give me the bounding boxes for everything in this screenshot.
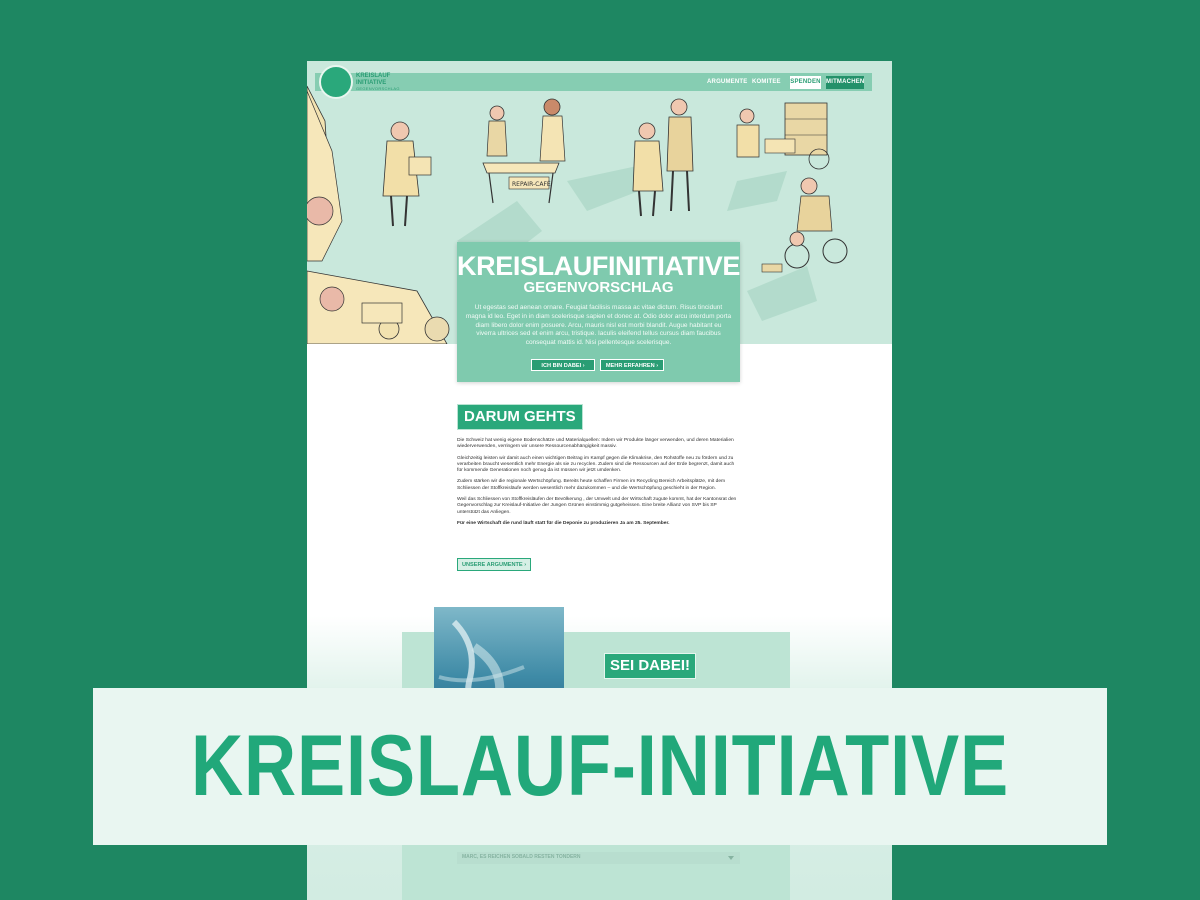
chevron-down-icon [728, 856, 734, 860]
hero-card: KREISLAUFINITIATIVE GEGENVORSCHLAG Ut eg… [457, 242, 740, 382]
faded-dropdown-row[interactable]: MARC, ES REICHEN SOBALD RESTEN TONDERN [457, 852, 740, 864]
call-to-vote-text: Für eine Wirtschaft die rund läuft statt… [457, 520, 670, 526]
repair-cafe-sign: REPAIR-CAFÉ [512, 180, 551, 188]
paragraph: Weil das Schliessen von Stoffkreisläufen… [457, 497, 737, 515]
sei-dabei-heading: SEI DABEI! [604, 653, 697, 679]
nav-argumente[interactable]: ARGUMENTE [707, 76, 747, 89]
nav-mitmachen-button[interactable]: MITMACHEN [826, 76, 864, 89]
mehr-erfahren-button[interactable]: MEHR ERFAHREN › [600, 359, 664, 371]
paragraph: Gleichzeitig leisten wir damit auch eine… [457, 455, 735, 474]
banner-title: KREISLAUF-INITIATIVE [190, 718, 1010, 814]
unsere-argumente-button[interactable]: UNSERE ARGUMENTE › [457, 558, 531, 571]
logo-wordmark[interactable]: KREISLAUF INITIATIVE GEGENVORSCHLAG [356, 73, 406, 93]
logo-line-3: GEGENVORSCHLAG [356, 86, 400, 91]
nav-komitee[interactable]: KOMITEE [752, 76, 781, 89]
paragraph: Die Schweiz hat wenig eigene Bodenschätz… [457, 438, 734, 450]
ich-bin-dabei-button[interactable]: ICH BIN DABEI › [531, 359, 595, 371]
nav-spenden-button[interactable]: SPENDEN [790, 76, 821, 89]
darum-gehts-heading: DARUM GEHTS [457, 404, 583, 430]
darum-gehts-content: Die Schweiz hat wenig eigene Bodenschätz… [457, 438, 740, 532]
hero-title: KREISLAUFINITIATIVE [457, 251, 740, 281]
title-banner: KREISLAUF-INITIATIVE [93, 688, 1107, 845]
kreislauf-logo[interactable] [319, 65, 353, 99]
hero-subtitle: GEGENVORSCHLAG [523, 279, 674, 296]
hero-body-text: Ut egestas sed aenean ornare. Feugiat fa… [465, 304, 732, 347]
paragraph: Zudem stärken wir die regionale Wertschö… [457, 479, 726, 491]
faded-row-label: MARC, ES REICHEN SOBALD RESTEN TONDERN [462, 854, 581, 860]
